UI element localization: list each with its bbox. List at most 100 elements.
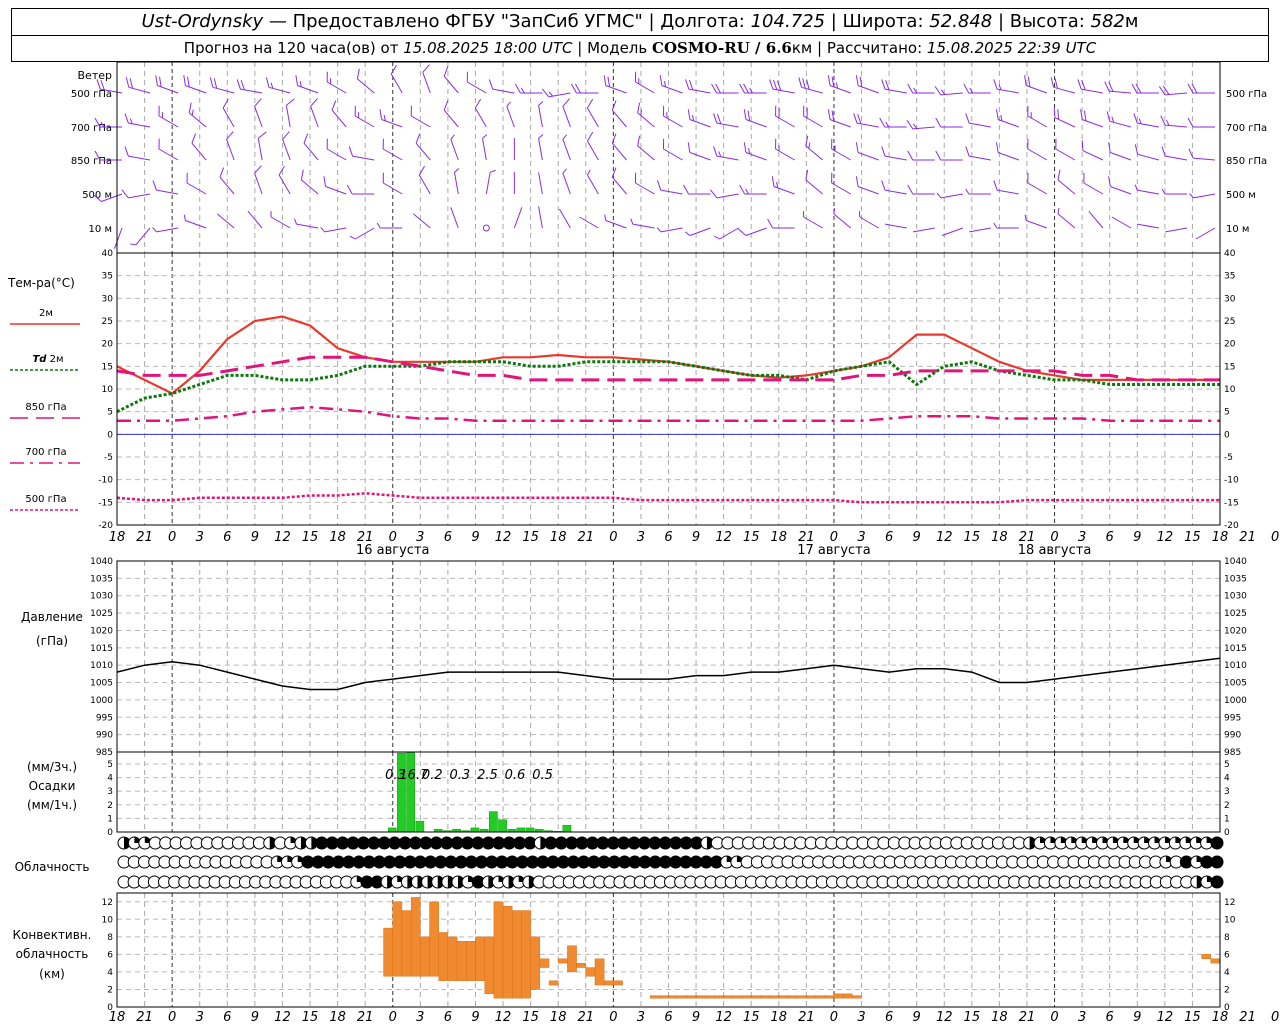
- wind-barb: [1081, 140, 1104, 161]
- wind-barb-staff: [310, 106, 319, 128]
- wind-barb-staff: [716, 122, 739, 128]
- wind-barb-staff: [443, 109, 459, 128]
- wind-barb-staff: [805, 179, 823, 195]
- wind-barb: [963, 83, 991, 94]
- wind-barb-half-flag: [376, 222, 381, 229]
- wind-barb-staff: [413, 213, 431, 229]
- temp-xtick: 0: [609, 530, 617, 545]
- cloud-axis-title: Облачность: [15, 860, 90, 874]
- convective-cloud-bar: [484, 936, 495, 995]
- wind-barb-flag: [418, 165, 426, 176]
- pressure-ytick-right: 1025: [1224, 609, 1247, 619]
- wind-barb: [558, 208, 571, 229]
- temp-ytick-right: 15: [1224, 362, 1235, 372]
- conv-ytick-right: 2: [1224, 985, 1230, 995]
- conv-xtick: 21: [1239, 1010, 1256, 1024]
- pressure-ytick-right: 1035: [1224, 574, 1247, 584]
- temp-ytick-right: 10: [1224, 385, 1236, 395]
- wind-barb: [586, 169, 599, 195]
- temp-axis-title: Тем-ра(°C): [7, 276, 75, 290]
- wind-barb: [538, 134, 544, 161]
- wind-barb: [1187, 83, 1215, 94]
- wind-barb: [158, 105, 179, 128]
- wind-barb: [346, 184, 375, 195]
- pressure-ytick-right: 985: [1224, 748, 1241, 758]
- wind-barb-flag: [1188, 148, 1194, 159]
- wind-barb-staff: [969, 227, 991, 233]
- wind-barb: [124, 113, 151, 128]
- wind-barb: [295, 75, 319, 94]
- convective-cloud-bar: [429, 901, 439, 977]
- wind-barb-staff: [1137, 122, 1160, 128]
- wind-barb-staff: [268, 86, 291, 94]
- wind-barb-flag: [382, 172, 384, 184]
- wind-barb: [1027, 105, 1048, 128]
- wind-barb-flag: [659, 75, 663, 86]
- wind-barb: [803, 105, 823, 128]
- wind-barb-staff: [689, 152, 711, 161]
- wind-barb-staff: [663, 115, 683, 128]
- wind-barb: [935, 150, 963, 161]
- precip-ytick-right: 0: [1224, 828, 1230, 838]
- wind-barb-flag: [879, 117, 886, 128]
- wind-barb: [331, 100, 347, 128]
- wind-barb: [737, 227, 767, 236]
- wind-barb: [474, 98, 487, 128]
- wind-level-label-left: 850 гПа: [71, 156, 112, 167]
- wind-barb-half-flag: [1057, 208, 1060, 214]
- wind-barb: [833, 208, 851, 229]
- wind-barb-staff: [856, 122, 879, 128]
- conv-xtick: 3: [857, 1010, 865, 1024]
- conv-xtick: 18: [109, 1010, 126, 1024]
- wind-barb: [611, 167, 627, 195]
- wind-barb-half-flag: [965, 188, 970, 195]
- wind-barb: [1057, 208, 1076, 229]
- wind-barb: [604, 214, 627, 229]
- wind-barb-flag: [222, 98, 229, 109]
- wind-barb-flag: [158, 138, 160, 150]
- precip-bar: [415, 820, 425, 833]
- wind-barb-flag: [687, 109, 691, 120]
- wind-barb-half-flag: [538, 101, 544, 106]
- convective-cloud-bar: [521, 910, 531, 999]
- conv-xtick: 6: [1106, 1010, 1114, 1024]
- wind-barb-staff: [660, 227, 683, 233]
- wind-barb-staff: [1165, 227, 1188, 233]
- convective-cloud-bar: [438, 932, 449, 981]
- wind-barb-staff: [562, 106, 571, 128]
- wind-barb: [662, 105, 683, 128]
- wind-barb: [562, 168, 571, 195]
- precip-ytick-left: 1: [107, 814, 113, 824]
- wind-barb-staff: [1057, 179, 1076, 195]
- precip-3h-total: 0.5: [532, 768, 553, 783]
- temp-ytick-right: 30: [1224, 294, 1236, 304]
- wind-barb-flag: [907, 184, 914, 195]
- convective-cloud-bar: [833, 993, 844, 999]
- precip-ytick-left: 4: [107, 774, 113, 784]
- conv-ytick-left: 10: [102, 915, 114, 925]
- cloud-symbol: [1210, 836, 1224, 850]
- wind-level-label-right: 850 гПа: [1226, 156, 1267, 167]
- wind-barb: [993, 180, 1019, 195]
- wind-barb: [270, 211, 291, 229]
- wind-barb-flag: [611, 167, 617, 178]
- wind-barb-staff: [661, 85, 683, 94]
- wind-barb-flag: [124, 146, 129, 157]
- temp-xtick: 15: [302, 530, 319, 545]
- temp-ytick-left: 35: [102, 272, 113, 282]
- pressure-ytick-left: 1035: [90, 574, 113, 584]
- temp-xtick: 6: [1106, 530, 1114, 545]
- wind-barb-flag: [907, 83, 914, 94]
- wind-barb: [941, 227, 963, 236]
- wind-barb-staff: [326, 148, 347, 161]
- conv-xtick: 6: [444, 1010, 452, 1024]
- wind-barb-staff: [1026, 85, 1048, 94]
- wind-barb-staff: [745, 152, 767, 161]
- wind-barb-staff: [1195, 227, 1216, 240]
- conv-xtick: 12: [936, 1010, 953, 1024]
- wind-barb-staff: [884, 88, 907, 94]
- wind-barb-half-flag: [349, 235, 356, 240]
- wind-barb-flag: [286, 98, 295, 106]
- wind-barb: [634, 172, 655, 195]
- convective-cloud-bar: [392, 901, 403, 977]
